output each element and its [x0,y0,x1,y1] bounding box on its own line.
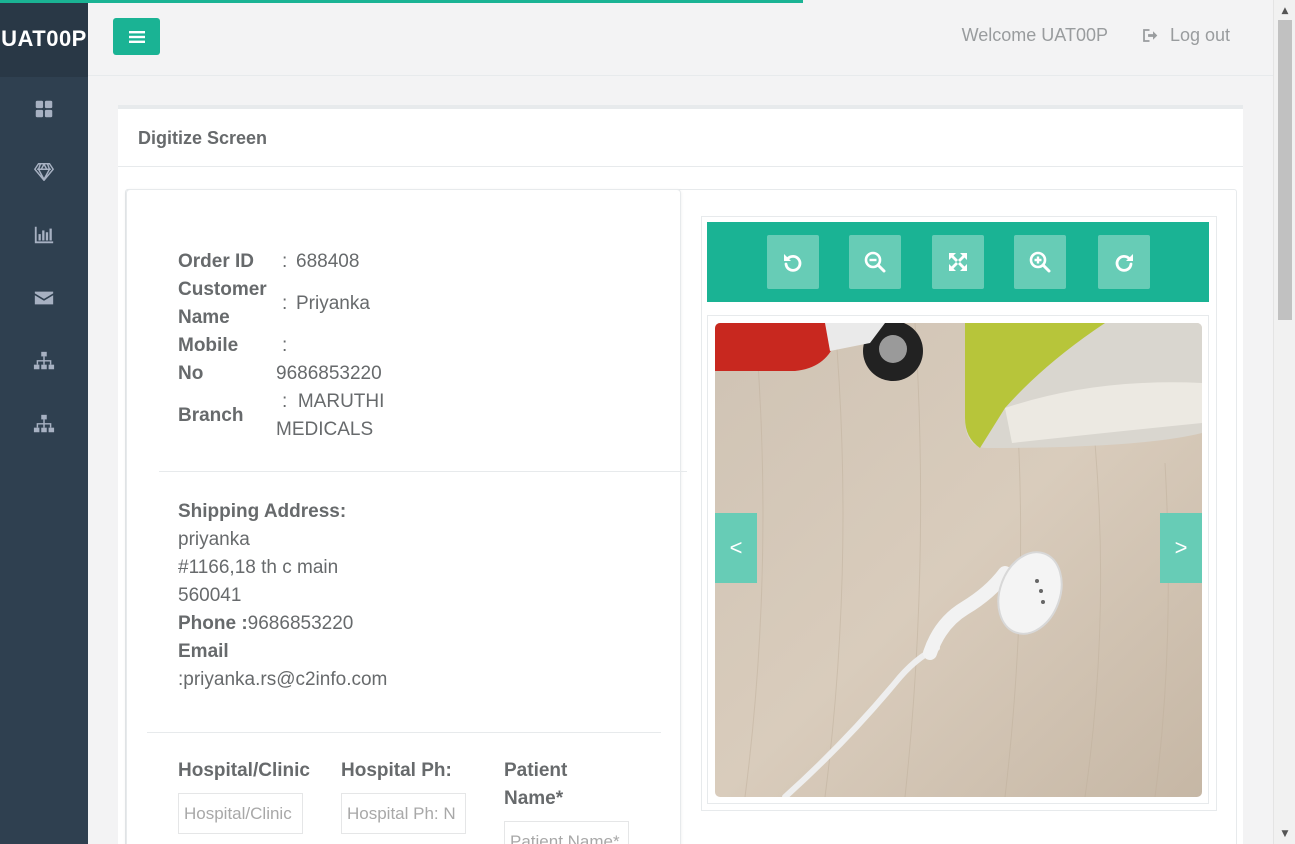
branch-value-line1: MARUTHI [297,391,385,412]
bar-chart-icon [34,226,54,243]
top-navbar: Welcome UAT00P Log out [88,0,1273,76]
branch-line1: : MARUTHI [276,388,436,416]
mobile-value-wrap: : 9686853220 [276,332,436,388]
sidebar-item-diamond[interactable] [0,140,88,203]
sidebar-item-reports[interactable] [0,203,88,266]
scroll-down-arrow-icon[interactable]: ▼ [1274,825,1295,842]
branch-label: Branch [178,405,244,426]
next-image-button[interactable]: > [1160,513,1202,583]
hospital-label: Hospital/Clinic [178,760,310,781]
rotate-right-button[interactable] [1098,235,1150,289]
separator: : [282,293,288,314]
branch-value-line2: MEDICALS [276,419,374,440]
digitize-panel: Digitize Screen Order ID : 688408 Custom… [118,105,1243,844]
welcome-message: Welcome UAT00P [961,25,1108,45]
shipping-line1: #1166,18 th c main [178,557,339,578]
hospital-input[interactable] [178,793,303,834]
uploaded-photo-earphone [715,323,1202,797]
sitemap-icon [33,351,55,369]
customer-label: Customer Name [178,276,276,332]
page-scrollbar[interactable]: ▲ ▼ [1273,0,1295,844]
customer-value: Priyanka [296,293,370,314]
shipping-heading: Shipping Address: [178,501,347,522]
shipping-pincode: 560041 [178,585,242,606]
separator: : [282,335,288,356]
hospital-phone-label: Hospital Ph: [341,760,452,781]
separator: : [282,251,288,272]
previous-image-button[interactable]: < [715,513,757,583]
logout-link[interactable]: Log out [1141,25,1230,46]
mobile-row: Mobile No : 9686853220 [178,332,436,388]
zoom-in-button[interactable] [1014,235,1066,289]
hospital-field-group: Hospital/Clinic [178,757,310,834]
prescription-photo[interactable]: < > [715,323,1202,797]
sidebar-item-hierarchy-1[interactable] [0,329,88,392]
zoom-in-icon [1029,251,1051,273]
viewer-toolbar [707,222,1209,302]
order-info: Order ID : 688408 Customer Name : Priyan… [178,248,436,444]
fullscreen-button[interactable] [932,235,984,289]
separator: : [282,391,288,412]
shipping-name: priyanka [178,529,250,550]
prescription-image-viewer: < > [701,216,1217,811]
brand-logo: UAT00P [0,0,88,77]
rotate-left-icon [784,254,802,272]
divider [147,732,661,733]
patient-label-line2: Name* [504,788,564,809]
order-id-row: Order ID : 688408 [178,248,436,276]
zoom-out-icon [864,251,886,273]
branch-row: Branch : MARUTHI MEDICALS [178,388,436,444]
mobile-label-line2: No [178,363,204,384]
email-value: :priyanka.rs@c2info.com [178,669,388,690]
customer-label-line1: Customer [178,279,267,300]
patient-name-field-group: Patient Name* [504,757,629,844]
hospital-phone-field-group: Hospital Ph: [341,757,466,834]
rotate-left-button[interactable] [767,235,819,289]
menu-toggle-button[interactable] [113,18,160,55]
sidebar: UAT00P [0,0,88,844]
sign-out-icon [1143,29,1158,42]
branch-value-wrap: : MARUTHI MEDICALS [276,388,436,444]
order-id-label: Order ID [178,251,255,272]
zoom-out-button[interactable] [849,235,901,289]
order-id-value: 688408 [296,251,360,272]
phone-label: Phone : [178,613,248,634]
envelope-icon [34,291,54,304]
shipping-phone: Phone :9686853220 [178,610,387,638]
sidebar-item-dashboard[interactable] [0,77,88,140]
phone-value: 9686853220 [247,613,354,634]
image-frame: < > [707,315,1209,804]
page-load-progress [0,0,803,3]
hospital-phone-input[interactable] [341,793,466,834]
mobile-value: 9686853220 [276,363,382,384]
sitemap-icon [33,414,55,432]
hamburger-icon [128,30,145,43]
scrollbar-thumb[interactable] [1278,20,1292,320]
mobile-label-line1: Mobile [178,335,239,356]
order-details-card: Order ID : 688408 Customer Name : Priyan… [126,189,687,844]
rotate-right-icon [1115,254,1133,272]
divider [159,471,687,472]
page-title: Digitize Screen [118,109,1243,167]
mobile-label: Mobile No [178,332,276,388]
logout-label: Log out [1169,25,1230,45]
dashboard-icon [35,100,53,117]
scroll-up-arrow-icon[interactable]: ▲ [1274,2,1295,19]
sidebar-item-messages[interactable] [0,266,88,329]
email-label: Email [178,641,229,662]
fullscreen-icon [949,253,967,271]
diamond-icon [34,162,54,181]
shipping-address: Shipping Address: priyanka #1166,18 th c… [178,498,387,694]
customer-label-line2: Name [178,307,230,328]
sidebar-item-hierarchy-2[interactable] [0,392,88,455]
patient-name-input[interactable] [504,821,629,844]
patient-label-line1: Patient [504,760,568,781]
customer-row: Customer Name : Priyanka [178,276,436,332]
